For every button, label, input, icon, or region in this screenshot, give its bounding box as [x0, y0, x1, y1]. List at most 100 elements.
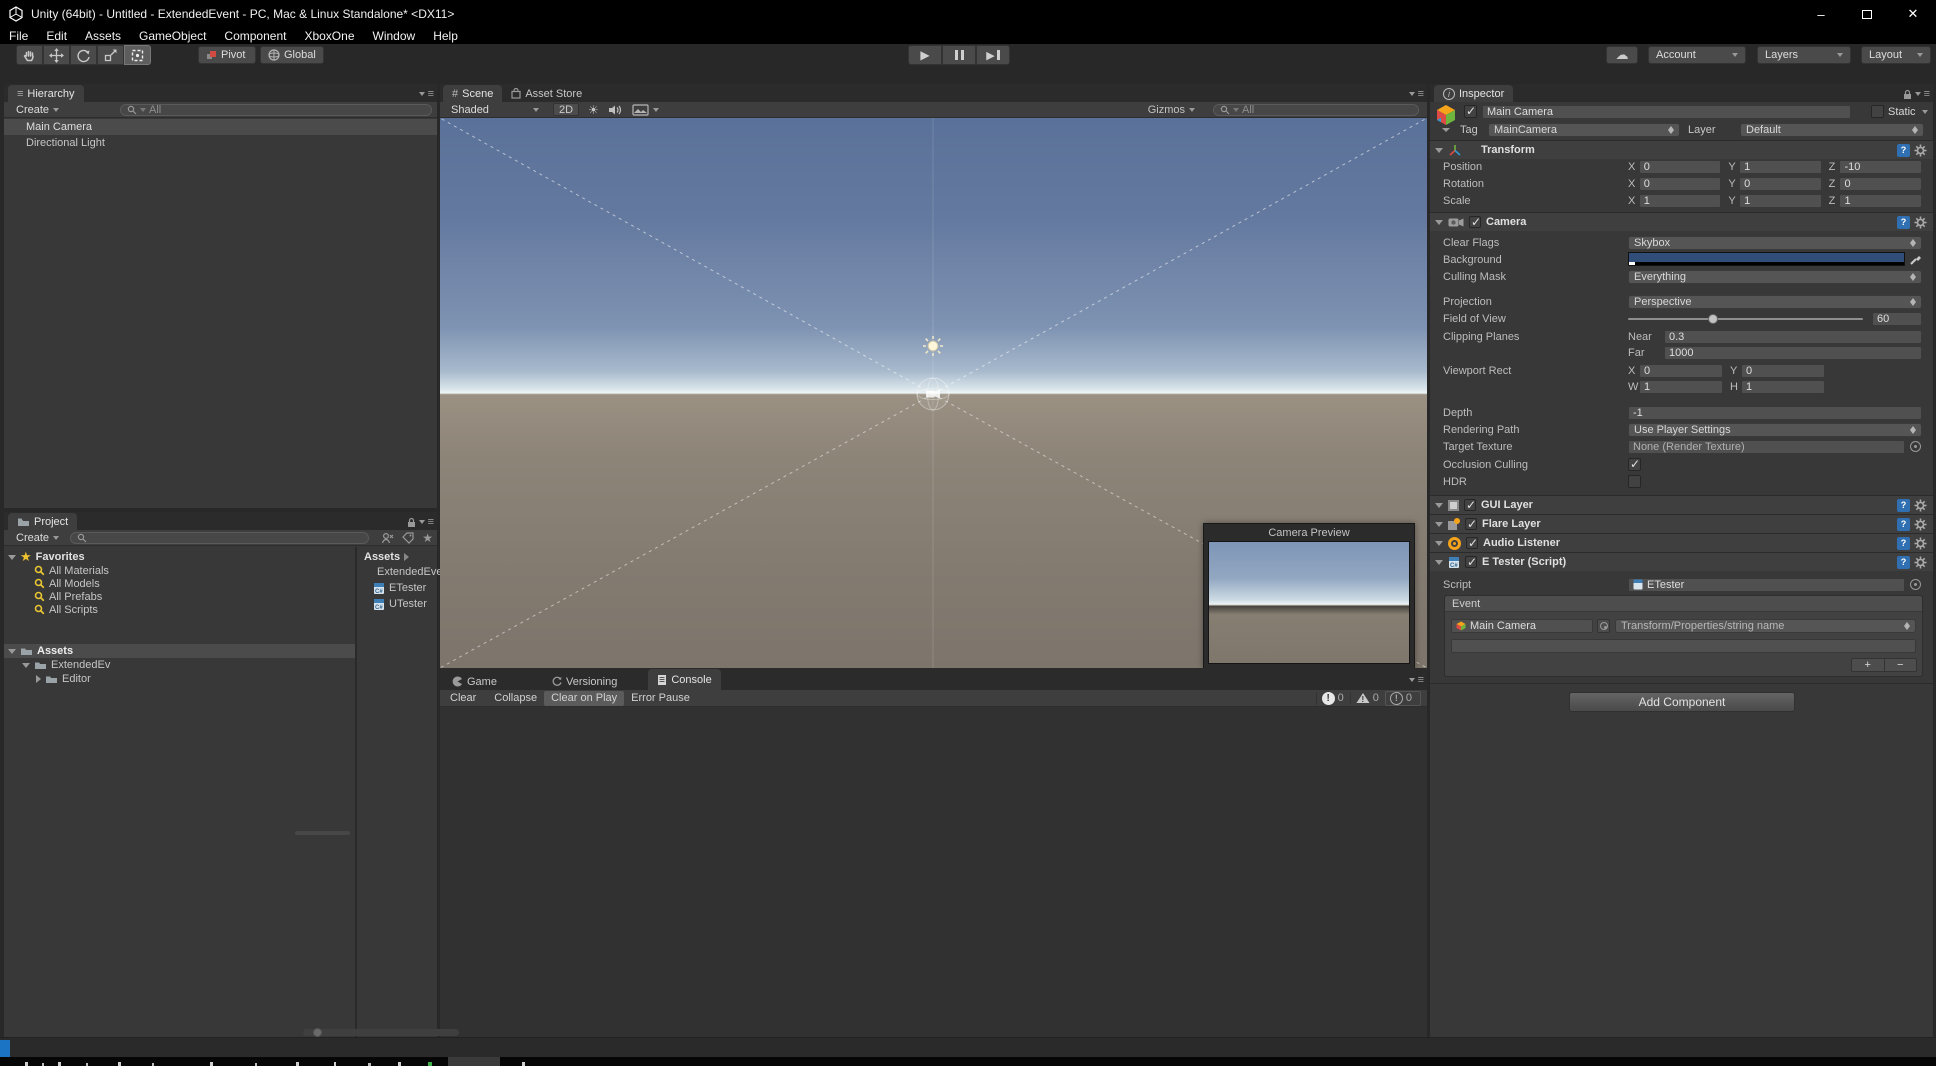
event-function-dropdown[interactable]: Transform/Properties/string name — [1615, 619, 1916, 633]
file-etester[interactable]: C# ETester — [357, 580, 437, 596]
tab-versioning[interactable]: Versioning — [542, 673, 626, 690]
2d-toggle-button[interactable]: 2D — [553, 103, 579, 116]
chevron-down-icon[interactable] — [1408, 678, 1415, 682]
menu-help[interactable]: Help — [424, 29, 467, 43]
lock-icon[interactable] — [407, 517, 416, 528]
help-icon[interactable] — [1897, 498, 1910, 512]
position-x-field[interactable]: 0 — [1638, 159, 1722, 174]
tree-all-prefabs[interactable]: All Prefabs — [4, 590, 355, 603]
menu-xboxone[interactable]: XboxOne — [295, 29, 363, 43]
viewport-x-field[interactable]: 0 — [1639, 363, 1723, 378]
background-color-swatch[interactable] — [1628, 252, 1905, 266]
tab-game[interactable]: Game — [443, 673, 506, 690]
search-by-type-icon[interactable] — [381, 532, 394, 544]
project-tree-scrollbar[interactable] — [295, 831, 350, 835]
step-button[interactable]: ▶ — [976, 45, 1010, 65]
position-z-field[interactable]: -10 — [1839, 159, 1922, 174]
menu-gameobject[interactable]: GameObject — [130, 29, 215, 43]
audio-listener-enabled-checkbox[interactable] — [1466, 536, 1478, 550]
occlusion-culling-checkbox[interactable] — [1628, 457, 1641, 471]
viewport-h-field[interactable]: 1 — [1741, 379, 1825, 394]
maximize-button[interactable] — [1844, 0, 1890, 28]
panel-menu-icon[interactable]: ≡ — [428, 516, 434, 528]
account-dropdown[interactable]: Account — [1648, 46, 1746, 64]
static-dropdown-icon[interactable] — [1922, 110, 1928, 114]
cloud-button[interactable]: ☁ — [1606, 46, 1638, 64]
viewport-y-field[interactable]: 0 — [1741, 363, 1825, 378]
fov-value-field[interactable]: 60 — [1872, 311, 1922, 326]
event-argument-field[interactable] — [1451, 639, 1916, 653]
foldout-expanded-icon[interactable] — [1435, 540, 1443, 546]
foldout-expanded-icon[interactable] — [1435, 559, 1443, 565]
tab-scene[interactable]: # Scene — [443, 85, 503, 102]
flare-layer-component-header[interactable]: Flare Layer — [1430, 514, 1933, 533]
gear-icon[interactable] — [1914, 556, 1927, 569]
camera-gizmo[interactable] — [916, 377, 950, 411]
menu-component[interactable]: Component — [215, 29, 295, 43]
layer-dropdown[interactable]: Default — [1740, 122, 1924, 137]
hierarchy-search-input[interactable]: All — [120, 103, 432, 116]
info-count-toggle[interactable]: 0 — [1315, 691, 1350, 705]
chevron-down-icon[interactable] — [418, 92, 425, 96]
hdr-checkbox[interactable] — [1628, 475, 1641, 488]
position-y-field[interactable]: 1 — [1739, 159, 1822, 174]
foldout-expanded-icon[interactable] — [1435, 521, 1443, 527]
layers-dropdown[interactable]: Layers — [1757, 46, 1851, 64]
gear-icon[interactable] — [1914, 537, 1927, 550]
scale-x-field[interactable]: 1 — [1638, 193, 1722, 208]
foldout-expanded-icon[interactable] — [8, 648, 16, 654]
gameobject-name-field[interactable]: Main Camera — [1482, 104, 1851, 119]
viewport-w-field[interactable]: 1 — [1639, 379, 1723, 394]
hierarchy-item-directional-light[interactable]: Directional Light — [4, 135, 437, 151]
rotate-tool-button[interactable] — [70, 45, 97, 65]
add-event-button[interactable]: + — [1852, 659, 1885, 671]
play-button[interactable]: ▶ — [908, 45, 942, 65]
camera-enabled-checkbox[interactable] — [1469, 215, 1481, 229]
scale-y-field[interactable]: 1 — [1739, 193, 1822, 208]
projection-dropdown[interactable]: Perspective — [1628, 294, 1922, 309]
foldout-expanded-icon[interactable] — [22, 662, 30, 668]
favorites-star-icon[interactable]: ★ — [422, 531, 433, 545]
remove-event-button[interactable]: − — [1885, 659, 1917, 671]
foldout-expanded-icon[interactable] — [1435, 147, 1443, 153]
camera-component-header[interactable]: Camera — [1430, 212, 1933, 231]
active-checkbox[interactable] — [1464, 104, 1477, 118]
gear-icon[interactable] — [1914, 518, 1927, 531]
etester-component-header[interactable]: C# E Tester (Script) — [1430, 552, 1933, 571]
object-picker-icon[interactable] — [1910, 579, 1921, 590]
tree-all-models[interactable]: All Models — [4, 577, 355, 590]
menu-edit[interactable]: Edit — [37, 29, 76, 43]
fov-slider-handle[interactable] — [1707, 314, 1718, 324]
minimize-button[interactable]: – — [1798, 0, 1844, 28]
foldout-expanded-icon[interactable] — [1435, 219, 1443, 225]
help-icon[interactable] — [1897, 536, 1910, 550]
help-icon[interactable] — [1897, 517, 1910, 531]
lighting-toggle-button[interactable]: ☀ — [588, 103, 599, 117]
chevron-down-icon[interactable] — [418, 520, 425, 524]
shading-mode-dropdown[interactable]: Shaded — [445, 104, 545, 116]
chevron-down-icon[interactable] — [1408, 92, 1415, 96]
tree-assets-root[interactable]: Assets — [4, 644, 355, 658]
gui-layer-enabled-checkbox[interactable] — [1464, 498, 1476, 512]
hand-tool-button[interactable] — [16, 45, 43, 65]
console-clear-on-play-button[interactable]: Clear on Play — [544, 690, 625, 706]
tree-editor-folder[interactable]: Editor — [4, 672, 355, 686]
event-target-object-field[interactable]: Main Camera — [1451, 619, 1593, 633]
tab-project[interactable]: Project — [8, 513, 78, 530]
help-icon[interactable] — [1897, 555, 1910, 569]
scene-viewport[interactable]: Camera Preview — [440, 118, 1427, 668]
tree-extendedevent-folder[interactable]: ExtendedEv — [4, 658, 355, 672]
panel-menu-icon[interactable]: ≡ — [1418, 88, 1424, 100]
culling-mask-dropdown[interactable]: Everything — [1628, 269, 1922, 284]
move-tool-button[interactable] — [43, 45, 70, 65]
pause-button[interactable] — [942, 45, 976, 65]
console-error-pause-button[interactable]: Error Pause — [624, 691, 697, 706]
tab-asset-store[interactable]: Asset Store — [502, 85, 591, 102]
layout-dropdown[interactable]: Layout — [1861, 46, 1931, 64]
menu-assets[interactable]: Assets — [76, 29, 130, 43]
clear-flags-dropdown[interactable]: Skybox — [1628, 235, 1922, 250]
menu-window[interactable]: Window — [364, 29, 425, 43]
foldout-expanded-icon[interactable] — [8, 554, 16, 560]
asset-scale-slider-handle[interactable] — [313, 1028, 322, 1037]
tree-all-scripts[interactable]: All Scripts — [4, 603, 355, 616]
